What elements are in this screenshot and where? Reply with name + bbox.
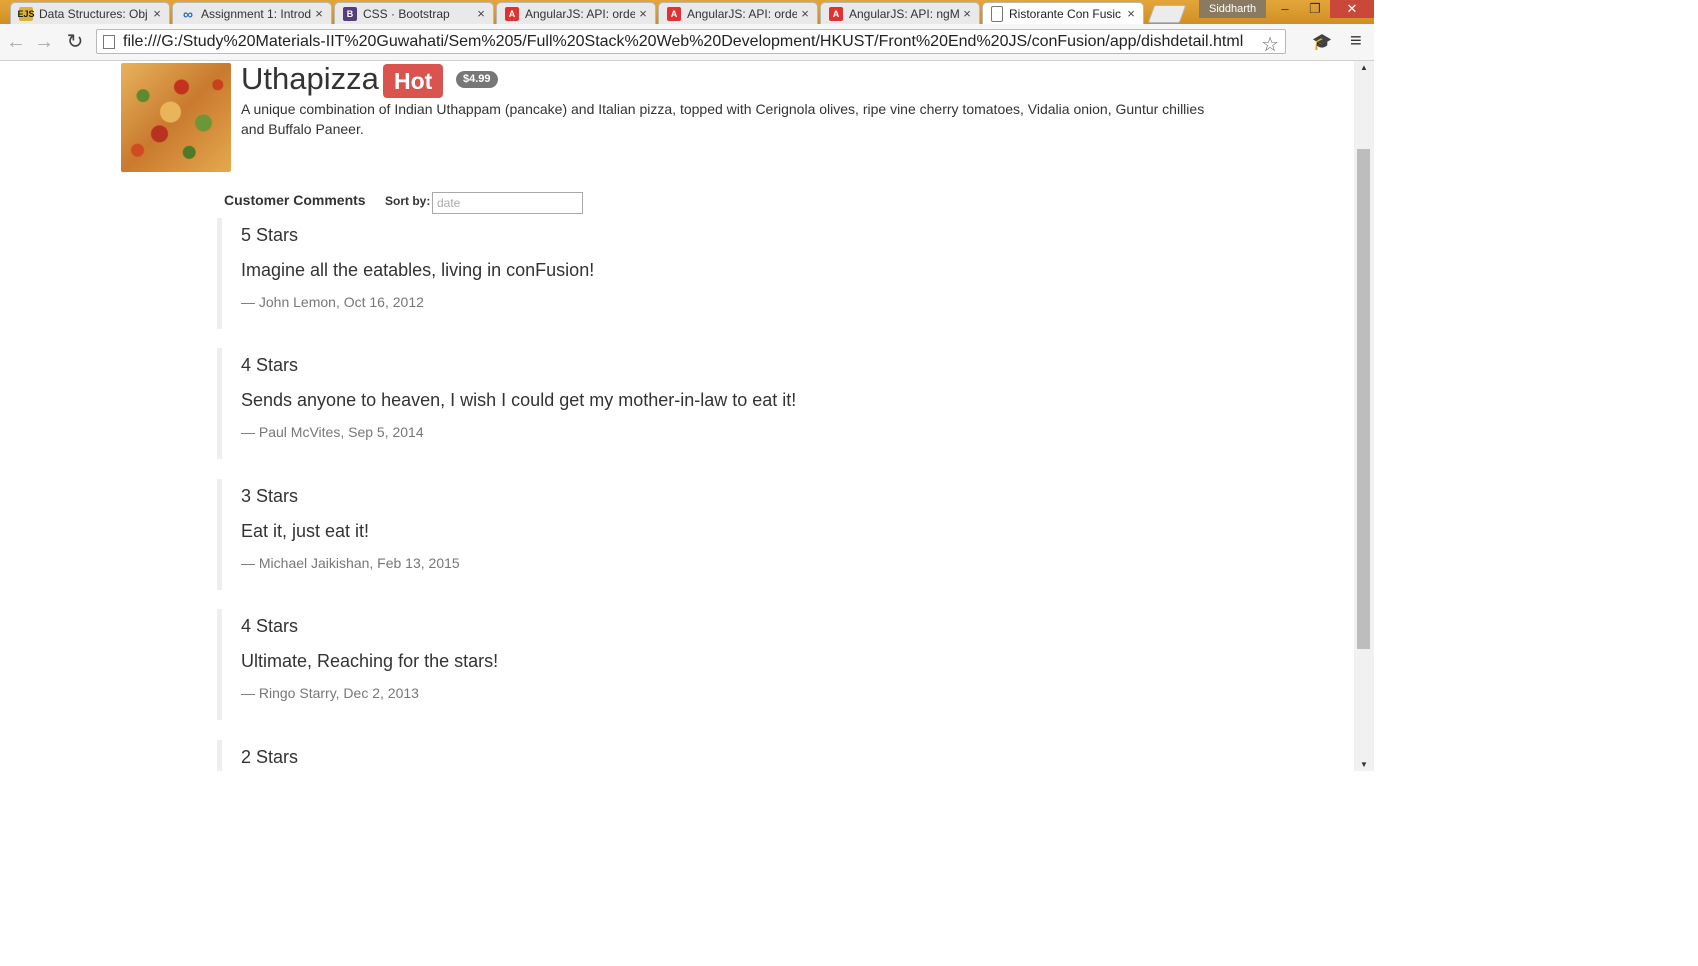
new-tab-button[interactable] xyxy=(1147,5,1187,23)
sort-input[interactable] xyxy=(432,192,583,214)
comment-blockquote: 5 Stars Imagine all the eatables, living… xyxy=(217,218,1117,329)
comment-rating: 4 Stars xyxy=(241,355,299,375)
close-tab-icon[interactable]: × xyxy=(149,6,165,21)
comment-blockquote: 4 Stars Ultimate, Reaching for the stars… xyxy=(217,609,1117,720)
browser-tab-angular-orderby-2[interactable]: A AngularJS: API: orde × xyxy=(658,2,818,24)
browser-window: EJS Data Structures: Obj × ∞ Assignment … xyxy=(0,0,1374,771)
restore-icon[interactable]: ❐ xyxy=(1300,0,1330,18)
comment-blockquote: 2 Stars xyxy=(217,740,1117,771)
profile-button[interactable]: Siddharth xyxy=(1199,0,1267,18)
browser-toolbar: ← → ↻ file:///G:/Study%20Materials-IIT%2… xyxy=(0,24,1374,61)
comment-rating: 4 Stars xyxy=(241,616,299,636)
url-text[interactable]: file:///G:/Study%20Materials-IIT%20Guwah… xyxy=(123,33,1285,51)
tab-title: AngularJS: API: orde xyxy=(525,6,635,21)
comment-text: Imagine all the eatables, living in conF… xyxy=(241,260,595,280)
comment-text: Ultimate, Reaching for the stars! xyxy=(241,651,499,671)
page-favicon-icon xyxy=(991,5,1003,22)
close-tab-icon[interactable]: × xyxy=(959,6,975,21)
minimize-icon[interactable]: – xyxy=(1270,0,1300,18)
tab-title: Data Structures: Obj xyxy=(39,6,148,21)
page-icon xyxy=(103,34,115,49)
tab-title: AngularJS: API: ngM xyxy=(849,6,959,21)
comment-blockquote: 4 Stars Sends anyone to heaven, I wish I… xyxy=(217,348,1117,459)
comment-rating: 2 Stars xyxy=(241,747,299,767)
scrollbar-thumb[interactable] xyxy=(1357,149,1370,649)
page-viewport: Uthapizza Hot $4.99 A unique combination… xyxy=(0,61,1354,771)
angular-favicon-icon: A xyxy=(667,6,681,21)
browser-tab-data-structures[interactable]: EJS Data Structures: Obj × xyxy=(10,2,170,24)
vertical-scrollbar[interactable]: ▲ ▼ xyxy=(1354,61,1374,771)
hot-label-badge: Hot xyxy=(383,64,444,98)
close-tab-icon[interactable]: × xyxy=(311,6,327,21)
reload-icon[interactable]: ↻ xyxy=(65,32,85,52)
sort-label: Sort by: xyxy=(385,194,431,208)
back-arrow-icon[interactable]: ← xyxy=(6,32,26,52)
browser-tab-angular-orderby-1[interactable]: A AngularJS: API: orde × xyxy=(496,2,656,24)
angular-favicon-icon: A xyxy=(829,6,843,21)
tab-strip: EJS Data Structures: Obj × ∞ Assignment … xyxy=(0,0,1374,24)
close-tab-icon[interactable]: × xyxy=(635,6,651,21)
ejs-favicon-icon: EJS xyxy=(17,6,35,21)
browser-tab-angular-ngmodel[interactable]: A AngularJS: API: ngM × xyxy=(820,2,980,24)
comment-text: Sends anyone to heaven, I wish I could g… xyxy=(241,390,797,410)
browser-tab-bootstrap[interactable]: B CSS · Bootstrap × xyxy=(334,2,494,24)
close-tab-icon[interactable]: × xyxy=(473,6,489,21)
comment-blockquote: 3 Stars Eat it, just eat it! — Michael J… xyxy=(217,479,1117,590)
comment-author-date: — John Lemon, Oct 16, 2012 xyxy=(241,294,424,310)
coursera-favicon-icon: ∞ xyxy=(183,5,193,22)
tab-title: Assignment 1: Introd xyxy=(201,6,311,21)
graduation-cap-icon[interactable]: 🎓 xyxy=(1312,32,1332,52)
dish-image xyxy=(121,63,231,172)
scroll-down-arrow-icon[interactable]: ▼ xyxy=(1354,760,1374,769)
comment-text: Eat it, just eat it! xyxy=(241,521,370,541)
browser-tab-assignment[interactable]: ∞ Assignment 1: Introd × xyxy=(172,2,332,24)
comment-author-date: — Michael Jaikishan, Feb 13, 2015 xyxy=(241,555,460,571)
comment-author-date: — Ringo Starry, Dec 2, 2013 xyxy=(241,685,419,701)
bootstrap-favicon-icon: B xyxy=(343,6,357,21)
close-tab-icon[interactable]: × xyxy=(1123,6,1139,21)
comments-heading: Customer Comments xyxy=(224,192,366,208)
close-tab-icon[interactable]: × xyxy=(797,6,813,21)
menu-hamburger-icon[interactable]: ≡ xyxy=(1350,30,1362,53)
comment-rating: 3 Stars xyxy=(241,486,299,506)
comment-rating: 5 Stars xyxy=(241,225,299,245)
address-bar[interactable]: file:///G:/Study%20Materials-IIT%20Guwah… xyxy=(96,29,1286,57)
forward-arrow-icon[interactable]: → xyxy=(34,32,54,52)
tab-title: Ristorante Con Fusic xyxy=(1009,6,1122,21)
dish-description: A unique combination of Indian Uthappam … xyxy=(241,101,1205,137)
browser-tab-ristorante[interactable]: Ristorante Con Fusic × xyxy=(982,2,1144,24)
tab-title: CSS · Bootstrap xyxy=(363,6,450,21)
scroll-up-arrow-icon[interactable]: ▲ xyxy=(1354,63,1374,72)
bookmark-star-icon[interactable]: ☆ xyxy=(1261,32,1279,57)
tab-title: AngularJS: API: orde xyxy=(687,6,797,21)
angular-favicon-icon: A xyxy=(505,6,519,21)
comment-author-date: — Paul McVites, Sep 5, 2014 xyxy=(241,424,424,440)
dish-name: Uthapizza xyxy=(241,61,379,96)
price-badge: $4.99 xyxy=(456,71,498,88)
close-window-icon[interactable]: ✕ xyxy=(1330,0,1374,18)
